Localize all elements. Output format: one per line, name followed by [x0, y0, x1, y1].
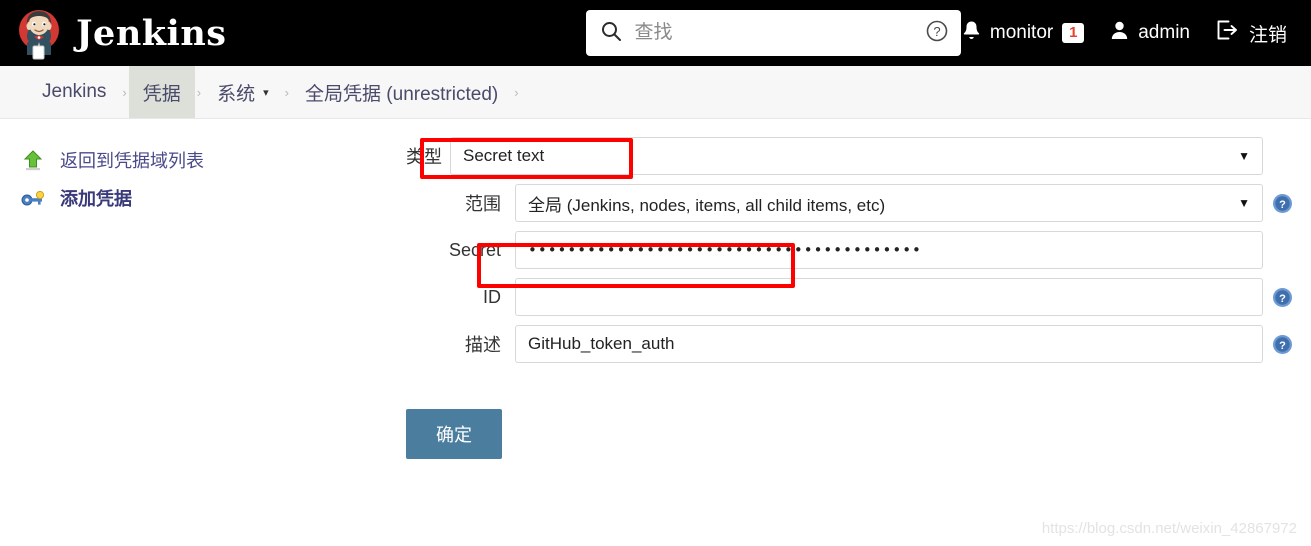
key-icon	[20, 185, 46, 211]
header-actions: monitor 1 admin 注销	[962, 19, 1297, 47]
svg-text:?: ?	[1279, 293, 1286, 305]
chevron-down-icon: ▼	[1238, 196, 1250, 210]
breadcrumb-label: Jenkins	[42, 81, 107, 102]
form-row-scope: 范围 全局 (Jenkins, nodes, items, all child …	[400, 184, 1311, 222]
scope-help-icon[interactable]: ?	[1272, 193, 1293, 214]
brand-name: Jenkins	[76, 12, 227, 54]
up-arrow-icon	[20, 147, 46, 173]
notifications-label: monitor	[989, 22, 1054, 43]
user-menu[interactable]: admin	[1110, 20, 1190, 47]
breadcrumb: Jenkins › 凭据 › 系统 ▾ › 全局凭据 (unrestricted…	[0, 66, 1311, 119]
sidebar: 返回到凭据域列表 添加凭据	[0, 119, 400, 217]
logout-button[interactable]: 注销	[1216, 19, 1287, 47]
submit-button[interactable]: 确定	[406, 409, 502, 459]
notifications-badge: 1	[1062, 23, 1085, 43]
id-help-icon[interactable]: ?	[1272, 287, 1293, 308]
sidebar-item-back-to-domain-list[interactable]: 返回到凭据域列表	[0, 141, 400, 179]
form-actions: 确定	[400, 409, 1311, 459]
logout-icon	[1216, 19, 1240, 47]
form-row-description: 描述 ?	[400, 325, 1311, 363]
search-icon	[600, 20, 622, 47]
type-label: 类型	[406, 147, 442, 167]
breadcrumb-label: 凭据	[142, 83, 181, 105]
breadcrumb-item-system[interactable]: 系统 ▾	[203, 66, 283, 118]
scope-label: 范围	[465, 194, 501, 214]
breadcrumb-item-credentials[interactable]: 凭据	[128, 66, 195, 118]
user-icon	[1110, 20, 1129, 47]
page-body: 返回到凭据域列表 添加凭据 类型 Secret text ▼ 范围 全局 (Je…	[0, 119, 1311, 459]
description-field-area: ?	[515, 325, 1311, 363]
scope-select[interactable]: 全局 (Jenkins, nodes, items, all child ite…	[515, 184, 1263, 222]
description-help-icon[interactable]: ?	[1272, 334, 1293, 355]
logout-label: 注销	[1248, 24, 1287, 46]
credentials-form: 类型 Secret text ▼ 范围 全局 (Jenkins, nodes, …	[400, 119, 1311, 459]
svg-text:?: ?	[934, 24, 941, 39]
breadcrumb-label: 全局凭据 (unrestricted)	[305, 83, 499, 105]
breadcrumb-separator: ›	[122, 84, 127, 100]
id-field-area: ?	[515, 278, 1311, 316]
question-circle-icon[interactable]: ?	[925, 19, 949, 48]
jenkins-butler-logo-icon	[14, 6, 64, 60]
svg-text:?: ?	[1279, 340, 1286, 352]
form-row-secret: Secret	[400, 231, 1311, 269]
description-input[interactable]	[515, 325, 1263, 363]
breadcrumb-separator: ›	[196, 84, 202, 100]
type-field-area: Secret text ▼	[450, 137, 1311, 175]
svg-text:?: ?	[1279, 199, 1286, 211]
scope-select-value: 全局 (Jenkins, nodes, items, all child ite…	[528, 195, 886, 215]
chevron-down-icon: ▼	[1238, 149, 1250, 163]
type-select-value: Secret text	[463, 146, 545, 165]
search-input[interactable]	[632, 21, 916, 45]
breadcrumb-label: 系统	[217, 83, 256, 105]
search-box[interactable]: ?	[586, 10, 962, 56]
type-select[interactable]: Secret text ▼	[450, 137, 1263, 175]
id-input[interactable]	[515, 278, 1263, 316]
jenkins-home-link[interactable]: Jenkins	[14, 6, 226, 60]
secret-label: Secret	[448, 239, 501, 260]
id-label: ID	[483, 286, 501, 307]
scope-field-area: 全局 (Jenkins, nodes, items, all child ite…	[515, 184, 1311, 222]
breadcrumb-item-global-credentials[interactable]: 全局凭据 (unrestricted)	[291, 66, 512, 118]
description-label: 描述	[465, 335, 501, 355]
user-label: admin	[1138, 22, 1190, 43]
form-row-id: ID ?	[400, 278, 1311, 316]
form-row-type: 类型 Secret text ▼	[400, 137, 1311, 175]
app-header: Jenkins ? monitor 1	[0, 0, 1311, 66]
breadcrumb-separator: ›	[514, 84, 519, 100]
secret-input[interactable]	[515, 231, 1263, 269]
sidebar-item-add-credentials[interactable]: 添加凭据	[0, 179, 400, 217]
sidebar-item-label: 返回到凭据域列表	[60, 151, 204, 171]
secret-field-area	[515, 231, 1311, 269]
notifications-monitor[interactable]: monitor 1	[962, 20, 1085, 47]
chevron-down-icon[interactable]: ▾	[263, 86, 269, 99]
breadcrumb-item-jenkins[interactable]: Jenkins	[28, 66, 120, 118]
breadcrumb-separator: ›	[284, 84, 290, 100]
sidebar-item-label: 添加凭据	[60, 189, 132, 209]
bell-icon	[962, 20, 981, 47]
watermark: https://blog.csdn.net/weixin_42867972	[1041, 520, 1297, 537]
